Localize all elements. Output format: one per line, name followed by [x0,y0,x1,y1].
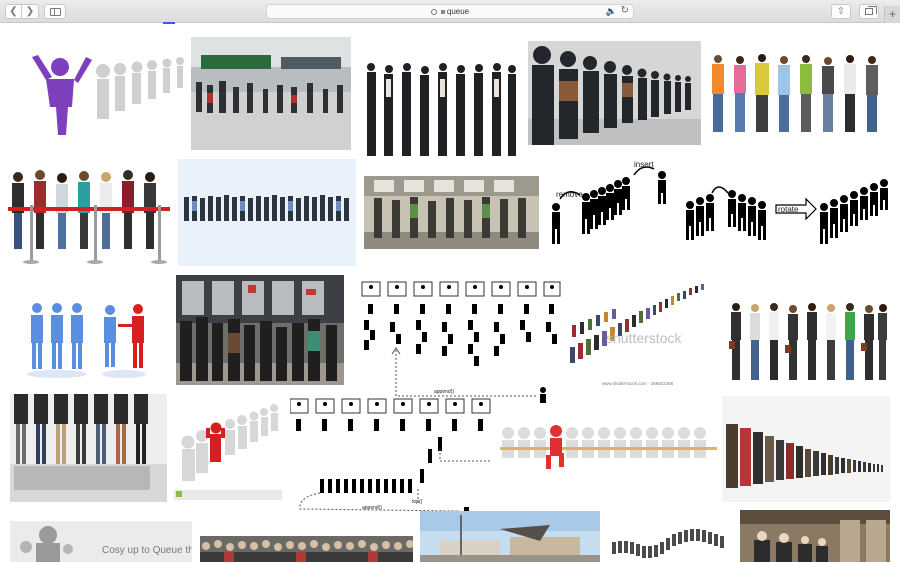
women-behind-rope-image [8,169,170,278]
image-result[interactable] [191,37,351,150]
image-result[interactable] [200,536,413,562]
image-result[interactable] [420,511,600,562]
image-result[interactable]: append() top() [290,397,496,522]
top-label: top() [412,499,423,505]
queue-append-diagram-image: append() [350,278,561,404]
sidebar-icon [49,7,61,16]
forward-button[interactable]: ❯ [22,4,39,19]
cosy-up-to-queue-image: Cosy up to Queue this [10,521,192,562]
people-with-bags-line-image [727,301,889,384]
image-result[interactable] [708,53,891,134]
long-line-studio-image [178,159,356,266]
image-result[interactable] [178,159,356,266]
tabs-icon [865,6,877,15]
image-result[interactable] [500,425,717,475]
append-label: append() [434,389,454,395]
image-result[interactable]: remove insert rotate [544,161,892,263]
share-icon: ⇧ [836,6,846,17]
queue-top-diagram-image: append() top() [290,397,496,522]
watermark-text: shutterstock [606,330,682,346]
chevron-right-icon: ❯ [25,6,35,17]
queue-operations-diagram-image: remove insert rotate [544,161,892,263]
dominoes-image [608,524,728,562]
street-line-sepia-image [364,176,539,249]
image-result[interactable]: append() [350,278,561,404]
people-from-behind-line-image [528,41,701,145]
image-result[interactable] [608,524,728,562]
arcade-people-image [740,510,890,562]
tab-overview-button[interactable] [859,4,879,19]
rotate-label: rotate [778,205,799,214]
append-label-2: append() [362,505,382,511]
speaker-icon[interactable]: 🔈 [606,6,617,17]
image-result[interactable] [362,61,518,158]
insert-label: insert [634,161,654,169]
image-result[interactable] [172,398,284,502]
business-people-line-image [362,61,518,158]
shop-front-line-image [176,275,344,385]
sidebar-toggle-button[interactable] [44,4,66,19]
back-button[interactable]: ❮ [5,4,22,19]
purple-leader-figure-image [12,49,184,147]
image-result[interactable] [722,396,890,502]
casual-people-line-image [708,53,891,134]
browser-toolbar: ❮ ❯ queue 🔈 ↻ ⇧ + [0,0,900,23]
crowd-image [200,536,413,562]
image-result[interactable] [10,394,167,502]
red-figure-in-white-line-image [172,398,284,502]
image-result[interactable] [364,176,539,249]
share-button[interactable]: ⇧ [831,4,851,19]
image-result[interactable] [528,41,701,145]
image-result[interactable]: Cosy up to Queue this [10,521,192,562]
image-result[interactable] [8,169,170,278]
lock-icon [440,10,445,14]
coffee-shop-queue-image [191,37,351,150]
address-text: queue [446,7,470,16]
remove-label: remove [556,190,583,199]
search-icon [430,9,437,15]
building-sky-image [420,511,600,562]
image-results-grid: remove insert rotate append() shuttersto… [0,24,900,562]
image-result[interactable] [727,301,889,384]
stock-id-text: www.shutterstock.com · 266822366 [602,381,674,386]
red-figure-jumping-bar-image [500,425,717,475]
legs-reflection-image [10,394,167,502]
blue-and-red-figures-image [22,300,156,385]
image-result[interactable] [22,300,156,385]
cosy-text: Cosy up to Queue this [102,545,192,556]
reload-icon[interactable]: ↻ [621,5,629,16]
crowd-diagonal-stock-image: shutterstock www.shutterstock.com · 2668… [566,277,713,390]
image-result[interactable] [740,510,890,562]
image-result[interactable] [12,49,184,147]
address-bar[interactable]: queue 🔈 ↻ [266,4,634,19]
image-result[interactable]: shutterstock www.shutterstock.com · 2668… [566,277,713,390]
image-result[interactable] [176,275,344,385]
new-tab-button[interactable]: + [884,6,900,23]
chevron-left-icon: ❮ [9,6,18,17]
perspective-line-image [722,396,890,502]
